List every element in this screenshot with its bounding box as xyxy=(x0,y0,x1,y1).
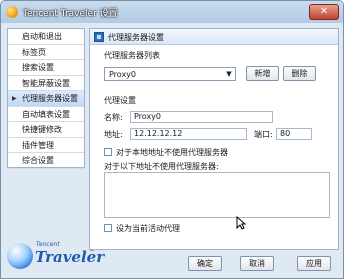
bypass-list-label: 对于以下地址不使用代理服务器: xyxy=(104,162,219,171)
selected-arrow-icon: ▶ xyxy=(12,95,17,102)
sidebar-item-label: 综合设置 xyxy=(22,156,54,165)
mouse-cursor-icon xyxy=(236,216,246,230)
set-current-checkbox[interactable] xyxy=(104,224,112,232)
panel-header: 代理服务器设置 xyxy=(90,29,338,45)
settings-window: Tencent Traveler 设置 ✕ 启动和退出 标签页 搜索设置 智能屏… xyxy=(0,0,344,279)
address-label: 地址: xyxy=(104,130,123,139)
ok-button[interactable]: 确定 xyxy=(188,256,222,271)
port-label: 端口: xyxy=(254,130,273,139)
traveler-logo-icon xyxy=(6,6,18,18)
traveler-logo: Tencent Traveler 3 xyxy=(7,239,104,273)
sidebar-item-general[interactable]: 综合设置 xyxy=(8,153,84,169)
settings-sidebar: 启动和退出 标签页 搜索设置 智能屏蔽设置 ▶ 代理服务器设置 自动填表设置 快捷… xyxy=(7,28,85,169)
sidebar-item-label: 自动填表设置 xyxy=(22,109,70,119)
proxy-settings-label: 代理设置 xyxy=(104,96,136,105)
close-button[interactable]: ✕ xyxy=(309,4,339,20)
set-current-label: 设为当前活动代理 xyxy=(116,224,180,233)
port-field[interactable]: 80 xyxy=(276,128,312,140)
sidebar-item-label: 标签页 xyxy=(22,47,46,57)
chevron-down-icon[interactable]: ▼ xyxy=(223,68,235,80)
sidebar-item-label: 搜索设置 xyxy=(22,63,54,72)
sidebar-item-label: 插件管理 xyxy=(22,140,54,150)
proxy-select-value: Proxy0 xyxy=(109,70,137,79)
logo-globe-icon xyxy=(7,243,33,269)
name-label: 名称: xyxy=(104,113,123,122)
new-proxy-button[interactable]: 新增 xyxy=(246,66,279,81)
window-title: Tencent Traveler 设置 xyxy=(23,9,118,19)
sidebar-item-proxy[interactable]: ▶ 代理服务器设置 xyxy=(8,91,84,107)
sidebar-item-label: 快捷键修改 xyxy=(22,125,62,134)
sidebar-item-label: 智能屏蔽设置 xyxy=(22,78,70,88)
cancel-button[interactable]: 取消 xyxy=(240,256,274,271)
panel-title: 代理服务器设置 xyxy=(108,33,164,42)
name-field[interactable]: Proxy0 xyxy=(130,111,273,123)
proxy-list-label: 代理服务器列表 xyxy=(104,51,160,60)
sidebar-item-plugins[interactable]: 插件管理 xyxy=(8,138,84,153)
delete-proxy-button[interactable]: 删除 xyxy=(283,66,316,81)
sidebar-item-label: 启动和退出 xyxy=(22,32,62,41)
sidebar-item-startup-exit[interactable]: 启动和退出 xyxy=(8,29,84,45)
apply-button[interactable]: 应用 xyxy=(297,256,331,271)
proxy-settings-panel: 代理服务器设置 代理服务器列表 Proxy0 ▼ 新增 删除 代理设置 名称: … xyxy=(89,28,339,250)
title-bar[interactable]: Tencent Traveler 设置 ✕ xyxy=(1,1,343,23)
bypass-local-label: 对于本地地址不使用代理服务器 xyxy=(116,148,228,157)
sidebar-item-label: 代理服务器设置 xyxy=(22,94,78,103)
proxy-select[interactable]: Proxy0 ▼ xyxy=(104,67,236,81)
sidebar-item-shortcuts[interactable]: 快捷键修改 xyxy=(8,122,84,138)
sidebar-item-smart-block[interactable]: 智能屏蔽设置 xyxy=(8,76,84,91)
bypass-list-textarea[interactable] xyxy=(104,172,330,218)
logo-brand: Tencent xyxy=(36,241,60,248)
bypass-local-checkbox[interactable] xyxy=(104,148,112,156)
sidebar-item-tabs[interactable]: 标签页 xyxy=(8,45,84,60)
sidebar-item-search[interactable]: 搜索设置 xyxy=(8,60,84,76)
sidebar-item-autofill[interactable]: 自动填表设置 xyxy=(8,107,84,122)
proxy-settings-icon xyxy=(94,32,104,42)
address-field[interactable]: 12.12.12.12 xyxy=(130,128,247,140)
